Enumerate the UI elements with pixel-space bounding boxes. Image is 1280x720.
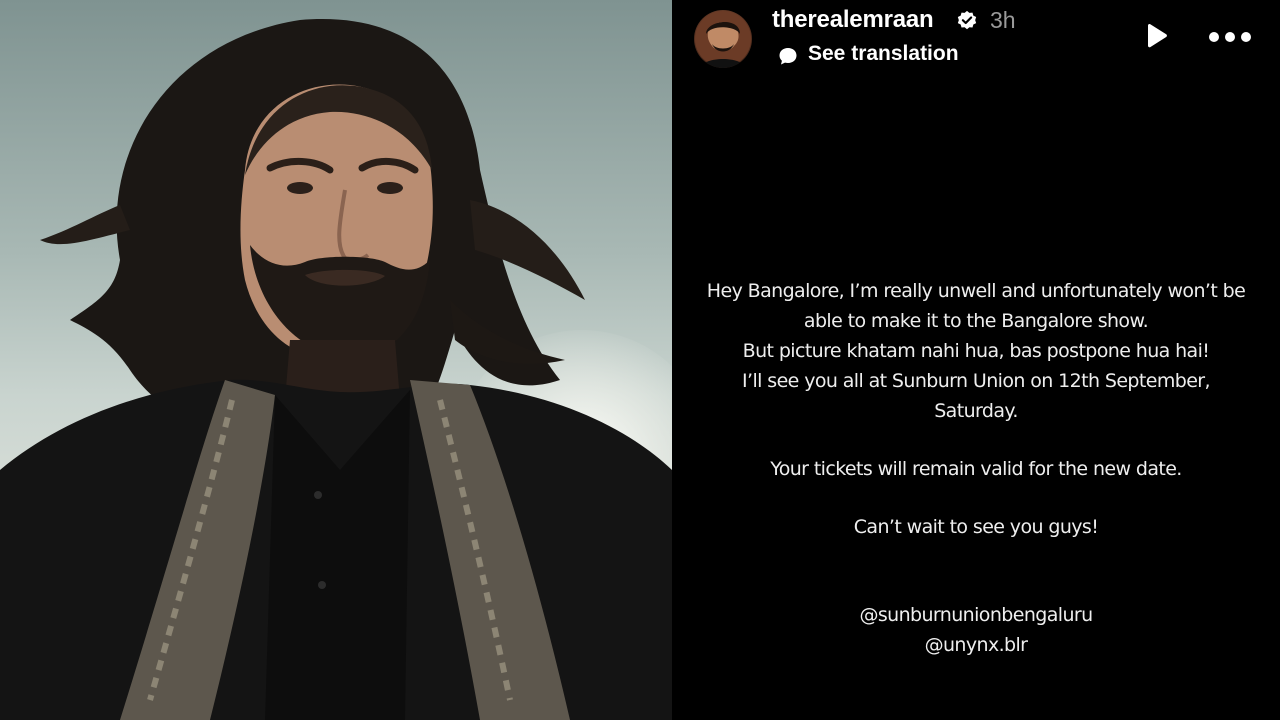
- see-translation-link[interactable]: See translation: [808, 42, 959, 66]
- mention-sunburn[interactable]: @sunburnunionbengaluru: [672, 600, 1280, 630]
- message-line: Saturday.: [934, 400, 1018, 422]
- story-username[interactable]: therealemraan: [772, 6, 934, 34]
- mention-unynx[interactable]: @unynx.blr: [672, 630, 1280, 660]
- composite-image: therealemraan 3h See translation Hey Ban…: [0, 0, 1280, 720]
- speech-bubble-icon: [779, 48, 797, 65]
- avatar-image: [695, 11, 751, 68]
- portrait-illustration: [0, 19, 672, 720]
- message-line: I’ll see you all at Sunburn Union on 12t…: [742, 370, 1211, 392]
- message-line: able to make it to the Bangalore show.: [803, 310, 1149, 332]
- play-icon[interactable]: [1142, 22, 1170, 50]
- portrait-photo: [0, 0, 672, 720]
- profile-avatar[interactable]: [694, 10, 752, 68]
- story-message: Hey Bangalore, I’m really unwell and unf…: [672, 276, 1280, 660]
- verified-badge-icon: [957, 10, 977, 30]
- story-timestamp: 3h: [990, 7, 1016, 33]
- more-options-icon[interactable]: [1208, 30, 1252, 44]
- tickets-line: Your tickets will remain valid for the n…: [770, 458, 1182, 480]
- instagram-story: therealemraan 3h See translation Hey Ban…: [672, 0, 1280, 720]
- message-line: But picture khatam nahi hua, bas postpon…: [742, 340, 1210, 362]
- story-header: therealemraan 3h See translation: [694, 4, 1264, 74]
- closing-line: Can’t wait to see you guys!: [853, 516, 1099, 538]
- message-line: Hey Bangalore, I’m really unwell and unf…: [706, 280, 1246, 302]
